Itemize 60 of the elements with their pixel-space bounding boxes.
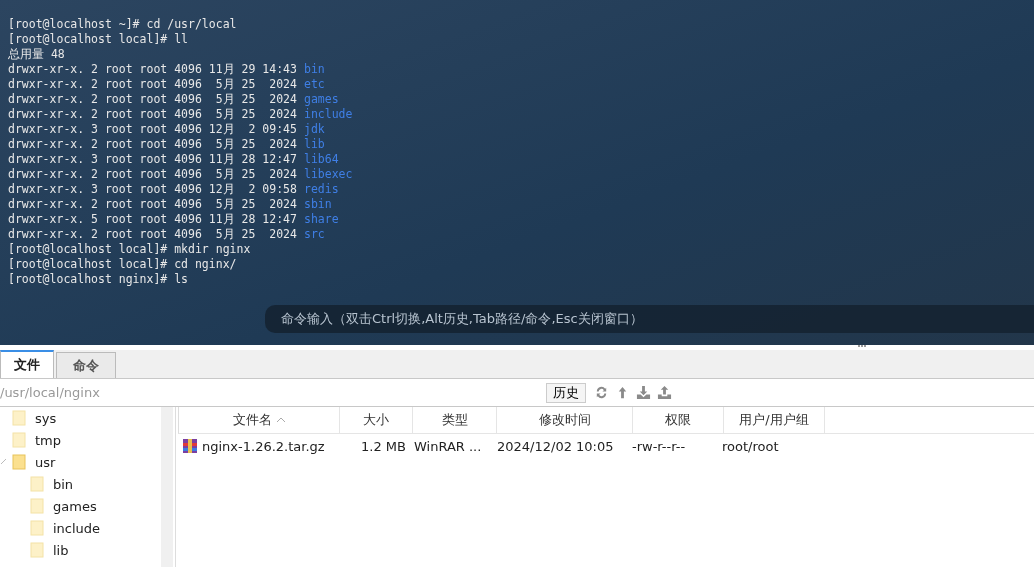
archive-icon (182, 438, 198, 454)
terminal-line: 总用量 48 (8, 47, 66, 62)
tree-item[interactable]: sys (35, 410, 57, 426)
listing-info: drwxr-xr-x. 3 root root 4096 12月 2 09:45 (8, 122, 297, 136)
terminal-line: [root@localhost local]# ll (8, 32, 189, 47)
tree-item[interactable]: tmp (35, 432, 61, 448)
listing-info: drwxr-xr-x. 2 root root 4096 5月 25 2024 (8, 227, 297, 241)
tree-item[interactable]: games (53, 498, 97, 514)
directory-name: libexec (303, 167, 353, 181)
tree-item[interactable]: include (53, 520, 101, 536)
expand-icon[interactable] (0, 458, 8, 466)
upload-icon[interactable] (657, 385, 672, 400)
listing-info: drwxr-xr-x. 2 root root 4096 5月 25 2024 (8, 167, 297, 181)
table-cell: -rw-r--r-- (632, 438, 686, 454)
listing-info: drwxr-xr-x. 2 root root 4096 5月 25 2024 (8, 77, 297, 91)
tree-item[interactable]: lib (53, 542, 69, 558)
table-cell: 2024/12/02 10:05 (497, 438, 614, 454)
table-cell: WinRAR ... (414, 438, 482, 454)
table-cell: nginx-1.26.2.tar.gz (202, 438, 325, 454)
listing-info: drwxr-xr-x. 2 root root 4096 11月 29 14:43 (8, 62, 297, 76)
directory-name: redis (303, 182, 339, 196)
directory-name: src (303, 227, 325, 241)
directory-name: include (303, 107, 353, 121)
history-button[interactable]: 历史 (546, 382, 586, 403)
listing-info: drwxr-xr-x. 2 root root 4096 5月 25 2024 (8, 137, 297, 151)
tree-item[interactable]: usr (35, 454, 56, 470)
panel-tab[interactable]: 文件 (0, 350, 54, 378)
terminal-line: [root@localhost local]# cd nginx/ (8, 257, 238, 272)
directory-name: etc (303, 77, 325, 91)
listing-info: drwxr-xr-x. 2 root root 4096 5月 25 2024 (8, 92, 297, 106)
listing-info: drwxr-xr-x. 5 root root 4096 11月 28 12:47 (8, 212, 297, 226)
directory-name: sbin (303, 197, 332, 211)
column-header[interactable]: 文件名 (179, 407, 340, 433)
directory-name: lib64 (303, 152, 339, 166)
command-input-bar[interactable]: 命令输入（双击Ctrl切换,Alt历史,Tab路径/命令,Esc关闭窗口） (265, 305, 1034, 333)
directory-name: jdk (303, 122, 325, 136)
splitter-handle[interactable] (858, 345, 866, 347)
terminal-line: [root@localhost nginx]# ls (8, 272, 189, 287)
listing-info: drwxr-xr-x. 2 root root 4096 5月 25 2024 (8, 107, 297, 121)
panel-tab[interactable]: 命令 (56, 352, 116, 378)
listing-info: drwxr-xr-x. 2 root root 4096 5月 25 2024 (8, 197, 297, 211)
table-cell: 1.2 MB (361, 438, 406, 454)
refresh-icon[interactable] (594, 385, 609, 400)
terminal-line: [root@localhost local]# mkdir nginx (8, 242, 252, 257)
tree-item[interactable]: bin (53, 476, 74, 492)
download-icon[interactable] (636, 385, 651, 400)
directory-name: games (303, 92, 339, 106)
column-header[interactable]: 用户/用户组 (724, 407, 825, 433)
listing-info: drwxr-xr-x. 3 root root 4096 12月 2 09:58 (8, 182, 297, 196)
table-cell: root/root (722, 438, 779, 454)
directory-name: share (303, 212, 339, 226)
column-header[interactable]: 权限 (633, 407, 724, 433)
directory-name: bin (303, 62, 325, 76)
column-header[interactable]: 大小 (340, 407, 413, 433)
terminal-line: [root@localhost ~]# cd /usr/local (8, 17, 238, 32)
directory-name: lib (303, 137, 325, 151)
listing-info: drwxr-xr-x. 3 root root 4096 11月 28 12:47 (8, 152, 297, 166)
column-header[interactable]: 类型 (413, 407, 497, 433)
column-header[interactable]: 修改时间 (497, 407, 633, 433)
scrollbar[interactable] (161, 407, 173, 567)
